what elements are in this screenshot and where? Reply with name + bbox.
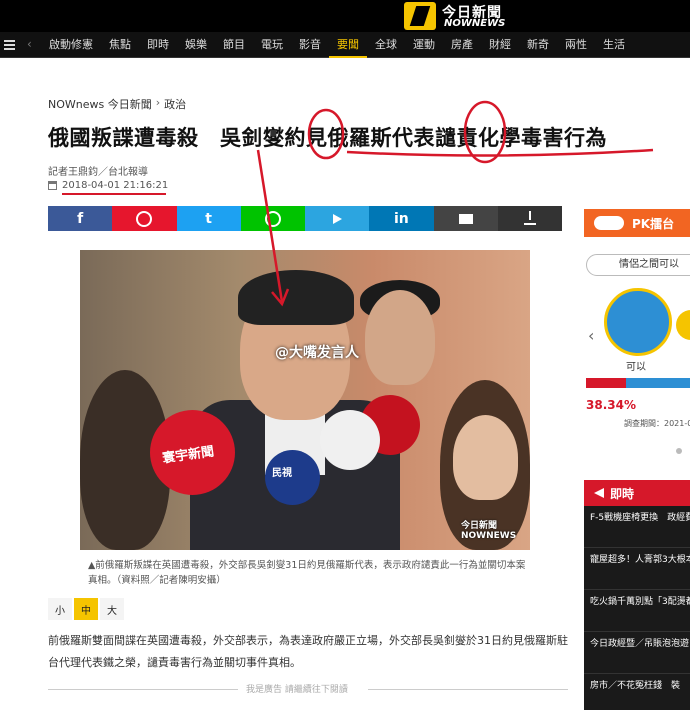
article-byline: 記者王鼎鈞／台北報導 <box>48 167 148 178</box>
nav-item[interactable]: 啟動修憲 <box>41 32 101 58</box>
nav-item[interactable]: 兩性 <box>557 32 595 58</box>
ad-label: 我是廣告 請繼續往下閱讀 <box>246 685 348 695</box>
share-bar: f t in <box>48 206 562 231</box>
share-twitter-button[interactable]: t <box>176 206 241 231</box>
share-download-button[interactable] <box>497 206 562 231</box>
pk-option-label: 可以 <box>626 362 646 373</box>
megaphone-icon <box>594 488 604 498</box>
live-news-item[interactable]: F-5戰機座椅更換 政經費 <box>584 506 690 548</box>
breadcrumb-section[interactable]: 政治 <box>164 96 186 112</box>
logo-icon <box>404 2 436 30</box>
pk-percent: 38.34% <box>586 398 636 412</box>
nav-item[interactable]: 焦點 <box>101 32 139 58</box>
carousel-dot[interactable] <box>676 448 682 454</box>
share-weibo-button[interactable] <box>112 206 177 231</box>
facebook-icon: f <box>77 210 84 227</box>
hamburger-menu-icon[interactable] <box>4 40 15 50</box>
nav-item[interactable]: 房產 <box>443 32 481 58</box>
pk-deadline: 調查期間：2021-0 <box>624 419 690 428</box>
live-news-header[interactable]: 即時 <box>584 480 690 506</box>
twitter-icon: t <box>205 210 212 227</box>
line-icon <box>264 210 281 227</box>
pk-option-avatar-2[interactable] <box>676 310 690 340</box>
live-news-item[interactable]: 吃火鍋千萬別點「3配燙都致不求 <box>584 590 690 632</box>
main-nav: ‹ 啟動修憲 焦點 即時 娛樂 節目 電玩 影音 要聞 全球 運動 房產 財經 新奇 兩性 生活 <box>0 32 690 58</box>
top-header: 今日新聞 NOWNEWS <box>0 0 690 32</box>
weibo-watermark: @大嘴发言人 <box>275 345 359 361</box>
font-size-large-button[interactable]: 大 <box>100 598 124 620</box>
pk-prev-icon[interactable]: ‹ <box>588 326 594 345</box>
photo-reporter-right-face <box>453 415 518 500</box>
photo-main-person-hair <box>238 270 354 325</box>
nav-item[interactable]: 生活 <box>595 32 633 58</box>
article-datetime: 2018-04-01 21:16:21 <box>62 180 169 191</box>
nav-item[interactable]: 全球 <box>367 32 405 58</box>
nav-item[interactable]: 運動 <box>405 32 443 58</box>
article-title: 俄國叛諜遭毒殺 吳釗燮約見俄羅斯代表譴責化學毒害行為 <box>48 126 607 150</box>
nav-items: 啟動修憲 焦點 即時 娛樂 節目 電玩 影音 要聞 全球 運動 房產 財經 新奇 兩性 生活 <box>41 32 633 58</box>
linkedin-icon: in <box>393 210 409 227</box>
mic-label-2: 民視 <box>272 468 292 479</box>
pk-label: PK擂台 <box>632 216 675 231</box>
microphone-white <box>320 410 380 470</box>
nav-scroll-left-icon[interactable]: ‹ <box>27 37 32 51</box>
live-news-item[interactable]: 今日政經暨／吊賬泡泡遊台灣 <box>584 632 690 674</box>
nav-item[interactable]: 娛樂 <box>177 32 215 58</box>
breadcrumb: NOWnews 今日新聞 › 政治 <box>48 96 186 112</box>
nav-item[interactable]: 影音 <box>291 32 329 58</box>
ad-rule-right <box>368 689 568 690</box>
nav-item[interactable]: 電玩 <box>253 32 291 58</box>
live-news-label: 即時 <box>610 486 635 501</box>
pk-question[interactable]: 情侶之間可以 <box>586 254 690 276</box>
nav-item[interactable]: 即時 <box>139 32 177 58</box>
live-news-list: F-5戰機座椅更換 政經費寵屋超多！人膏郭3大根本大富吃火鍋千萬別點「3配燙都致… <box>584 506 690 710</box>
share-telegram-button[interactable] <box>305 206 370 231</box>
breadcrumb-site[interactable]: NOWnews 今日新聞 <box>48 96 152 112</box>
font-size-switcher: 小 中 大 <box>48 598 124 620</box>
share-line-button[interactable] <box>240 206 305 231</box>
share-mail-button[interactable] <box>433 206 498 231</box>
mail-icon <box>458 213 473 224</box>
nav-item[interactable]: 要聞 <box>329 32 367 58</box>
nav-item[interactable]: 新奇 <box>519 32 557 58</box>
live-news-item[interactable]: 房市／不花冤枉錢 裝 <box>584 674 690 710</box>
photo-logo-watermark: 今日新聞 NOWNEWS <box>461 521 517 541</box>
share-linkedin-button[interactable]: in <box>369 206 434 231</box>
weibo-icon <box>136 210 153 227</box>
telegram-icon <box>332 213 342 224</box>
font-size-medium-button[interactable]: 中 <box>74 598 98 620</box>
article-body: 前俄羅斯雙面間諜在英國遭毒殺，外交部表示，為表達政府嚴正立場，外交部長吳釗燮於3… <box>48 634 568 669</box>
pk-result-bar-fill <box>586 378 626 388</box>
download-icon <box>523 210 536 225</box>
photo-reporter-mid <box>365 290 435 385</box>
article-dateline: 2018-04-01 21:16:21 <box>48 180 168 191</box>
calendar-icon <box>48 181 57 190</box>
pk-header[interactable]: PK擂台 <box>584 209 690 237</box>
share-facebook-button[interactable]: f <box>48 206 113 231</box>
ad-rule-left <box>48 689 238 690</box>
ad-separator: 我是廣告 請繼續往下閱讀 <box>48 682 568 696</box>
pk-boxing-icon <box>594 216 624 230</box>
logo-text-en: NOWNEWS <box>444 18 506 29</box>
breadcrumb-separator: › <box>155 96 161 109</box>
font-size-small-button[interactable]: 小 <box>48 598 72 620</box>
pk-result-bar <box>586 378 690 388</box>
nav-item[interactable]: 節目 <box>215 32 253 58</box>
photo-caption: ▲前俄羅斯叛諜在英國遭毒殺，外交部長吳釗燮31日約見俄羅斯代表，表示政府譴責此一… <box>88 560 526 586</box>
pk-option-avatar[interactable] <box>604 288 672 356</box>
article-photo[interactable]: 寰宇新聞 民視 @大嘴发言人 今日新聞 NOWNEWS <box>80 250 530 550</box>
nav-item[interactable]: 財經 <box>481 32 519 58</box>
site-logo[interactable]: 今日新聞 NOWNEWS <box>404 2 524 30</box>
live-news-item[interactable]: 寵屋超多！人膏郭3大根本大富 <box>584 548 690 590</box>
